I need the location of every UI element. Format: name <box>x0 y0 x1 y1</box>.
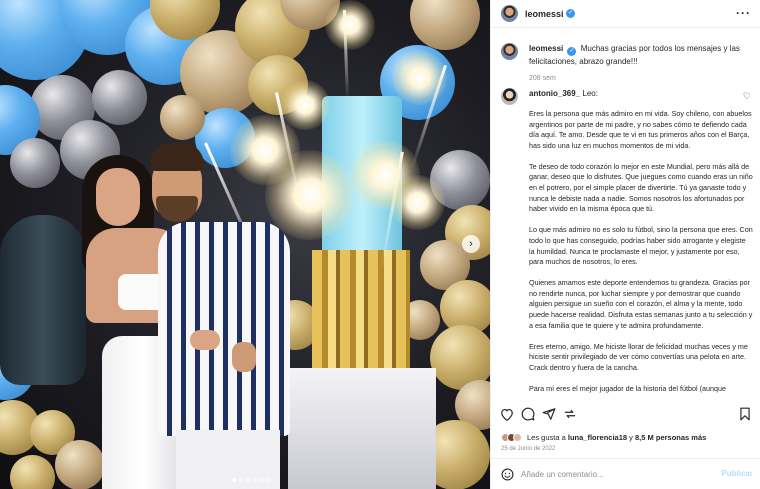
post-photo[interactable]: › <box>0 0 490 489</box>
sparkler-flare <box>265 150 355 240</box>
carousel-dot <box>260 478 264 482</box>
sparkler-flare <box>392 50 447 105</box>
man-striped-shirt <box>158 222 290 436</box>
woman-hand <box>190 330 220 350</box>
balloon <box>160 95 205 140</box>
likes-prefix: Les gusta a <box>527 432 566 442</box>
man-beard <box>156 196 198 222</box>
caption-username[interactable]: leomessi <box>529 44 563 53</box>
balloon <box>10 138 60 188</box>
comment-intro: Leo: <box>582 89 598 98</box>
comment-paragraph: Lo que más admiro no es solo tu fútbol, … <box>529 225 753 267</box>
likes-connector: y <box>629 432 633 442</box>
likes-text: Les gusta a luna_florencia18 y 8,5 M per… <box>527 433 706 442</box>
more-options-icon[interactable]: ··· <box>736 6 751 20</box>
carousel-dot <box>253 478 257 482</box>
carousel-dot <box>267 478 271 482</box>
post-header: leomessi ✓ ··· <box>491 0 760 28</box>
add-comment-bar: Publicar <box>491 458 760 489</box>
chevron-right-icon[interactable]: › <box>462 235 480 253</box>
share-icon[interactable] <box>541 406 557 422</box>
man-hair <box>150 143 204 171</box>
comment-input[interactable] <box>521 467 711 481</box>
carousel-dot <box>246 478 250 482</box>
avatar[interactable] <box>501 5 518 22</box>
publish-button[interactable]: Publicar <box>721 469 753 478</box>
cake-gold-tier <box>312 250 410 370</box>
woman-face <box>96 168 140 226</box>
sparkler-flare <box>390 175 445 230</box>
avatar[interactable] <box>501 88 518 105</box>
balloon <box>55 440 105 489</box>
balloon <box>410 0 480 50</box>
comment-header: antonio_369_ Leo: <box>529 88 598 99</box>
likes-count[interactable]: 8,5 M personas más <box>635 433 706 442</box>
post-action-bar <box>491 402 760 428</box>
emoji-icon[interactable] <box>501 468 514 481</box>
bookmark-icon[interactable] <box>737 406 753 422</box>
caption-timestamp: 208 sem <box>529 75 556 82</box>
comment-paragraph: Eres la persona que más admiro en mi vid… <box>529 109 752 150</box>
author-username[interactable]: leomessi <box>525 9 564 19</box>
avatar[interactable] <box>501 43 518 60</box>
cake-stand <box>288 368 436 489</box>
comment-body: Eres la persona que más admiro en mi vid… <box>529 109 753 395</box>
comment-paragraph: Te deseo de todo corazón lo mejor en est… <box>529 161 753 214</box>
sparkler-flare <box>325 0 375 50</box>
carousel-indicator <box>232 478 271 482</box>
comment-paragraph: Para mí eres el mejor jugador de la hist… <box>529 383 726 393</box>
post-date: 25 de Junio de 2022 <box>501 446 556 452</box>
comment-paragraph: Eres eterno, amigo. Me hiciste llorar de… <box>529 341 748 372</box>
balloon <box>92 70 147 125</box>
carousel-dot <box>239 478 243 482</box>
comment-paragraph: Quienes amamos este deporte entendemos t… <box>529 278 753 330</box>
carousel-dot <box>232 478 236 482</box>
comment-username[interactable]: antonio_369_ <box>529 89 580 98</box>
verified-badge-icon: ✓ <box>567 47 577 56</box>
heart-icon[interactable] <box>499 406 515 422</box>
likes-summary[interactable]: Les gusta a luna_florencia18 y 8,5 M per… <box>501 430 706 444</box>
liker-avatar <box>513 432 522 442</box>
vase <box>0 215 86 385</box>
man-hand-with-watch <box>232 342 256 372</box>
post-caption: leomessi ✓ Muchas gracias por todos los … <box>529 43 751 84</box>
verified-badge-icon: ✓ <box>566 9 575 18</box>
instagram-post-modal: › leomessi ✓ ··· leomessi ✓ Muchas graci… <box>0 0 760 489</box>
repost-icon[interactable] <box>562 406 578 422</box>
post-details-panel: leomessi ✓ ··· leomessi ✓ Muchas gracias… <box>490 0 760 489</box>
comment-like-heart-icon[interactable]: ♡ <box>743 91 751 102</box>
comment-icon[interactable] <box>520 406 536 422</box>
balloon <box>10 455 55 489</box>
comments-scroll-area[interactable]: leomessi ✓ Muchas gracias por todos los … <box>491 29 760 395</box>
liker-username[interactable]: luna_florencia18 <box>568 433 627 442</box>
